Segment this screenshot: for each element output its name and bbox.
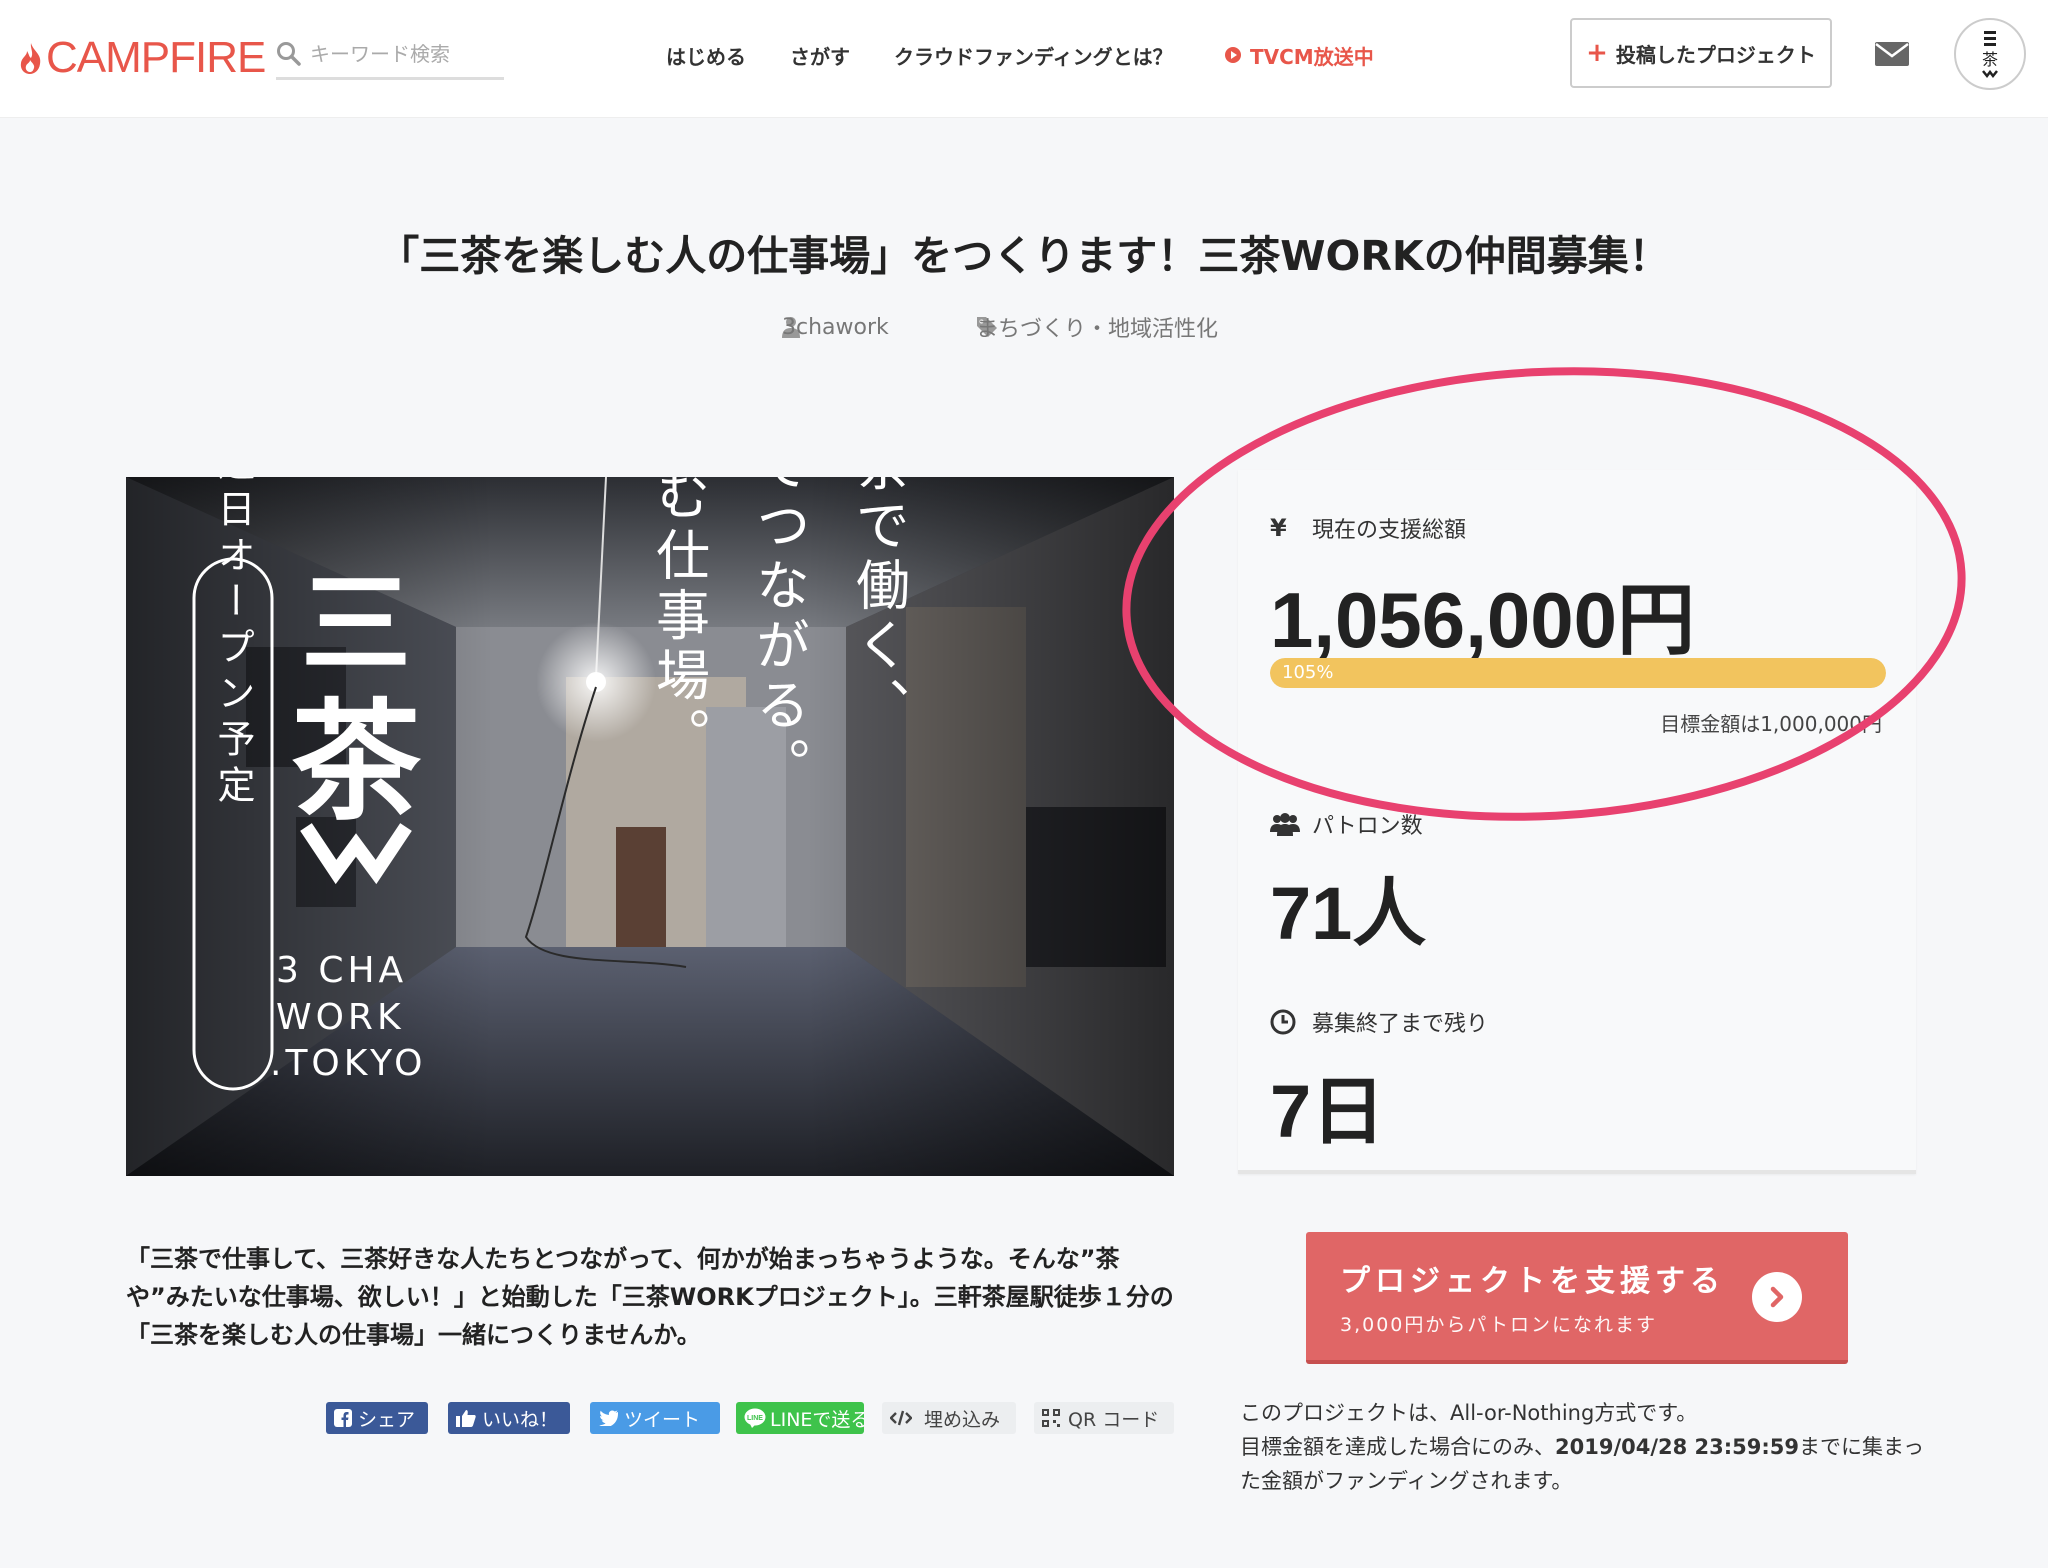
total-label-row: ¥ 現在の支援総額	[1270, 512, 1466, 544]
hero-logo-line-3: .TOKYO	[270, 1043, 426, 1084]
clock-icon	[1270, 1009, 1300, 1035]
patrons-count: 71人	[1270, 872, 1427, 955]
nav-explore[interactable]: さがす	[790, 41, 850, 70]
tweet-label: ツイート	[624, 1408, 701, 1431]
hero-logo-line-1: 3 CHA	[276, 950, 407, 991]
hero-copy-line-1: 三茶で働く、	[847, 477, 910, 737]
category[interactable]: まちづくり・地域活性化	[976, 316, 1218, 342]
project-hero-image[interactable]: 近日オープン予定 三 茶 3 CHA WORK .TOKYO 三茶で働く、 三茶…	[126, 477, 1174, 1176]
remaining-days: 7日	[1270, 1070, 1386, 1153]
hero-illustration: 近日オープン予定 三 茶 3 CHA WORK .TOKYO 三茶で働く、 三茶…	[126, 477, 1174, 1176]
line-icon: LINE	[744, 1408, 766, 1428]
hero-logo-main: 茶	[291, 686, 422, 838]
thumbs-up-icon	[456, 1410, 476, 1427]
goal-amount: 目標金額は1,000,000円	[1660, 712, 1882, 736]
patrons-label-row: パトロン数	[1270, 808, 1423, 840]
funding-progress-bar: 105%	[1270, 658, 1886, 688]
owner-name: 3chawork	[782, 314, 889, 340]
tweet-button[interactable]: ツイート	[590, 1402, 720, 1434]
user-avatar[interactable]: 茶	[1954, 18, 2026, 90]
users-icon	[1270, 812, 1300, 836]
posted-projects-button[interactable]: + 投稿したプロジェクト	[1570, 18, 1832, 88]
hero-logo-line-2: WORK	[276, 997, 405, 1038]
hero-badge-text: 近日オープン予定	[211, 477, 255, 811]
remaining-label: 募集終了まで残り	[1312, 1012, 1489, 1037]
total-amount: 1,056,000円	[1270, 576, 1696, 664]
twitter-icon	[599, 1410, 618, 1426]
total-label: 現在の支援総額	[1312, 518, 1467, 543]
qr-code-label: QR コード	[1068, 1408, 1160, 1431]
progress-percent: 105%	[1282, 662, 1334, 683]
embed-button[interactable]: 埋め込み	[882, 1402, 1016, 1434]
patrons-label: パトロン数	[1312, 814, 1423, 839]
chevron-right-icon	[1752, 1272, 1802, 1322]
nav-start[interactable]: はじめる	[666, 41, 746, 70]
note-line-2-pre: 目標金額を達成した場合にのみ、	[1240, 1435, 1555, 1459]
site-header: CAMPFIRE はじめる さがす クラウドファンディングとは？ TVCM放送中…	[0, 0, 2048, 118]
hero-copy-line-2: 三茶でつながる。	[747, 477, 810, 797]
progress-fill	[1270, 658, 1886, 688]
qr-code-icon	[1042, 1409, 1060, 1427]
code-icon	[890, 1410, 912, 1426]
all-or-nothing-note: このプロジェクトは、All-or-Nothing方式です。 目標金額を達成した場…	[1240, 1396, 1930, 1498]
note-line-2: 目標金額を達成した場合にのみ、2019/04/28 23:59:59までに集まっ…	[1240, 1430, 1930, 1498]
deadline: 2019/04/28 23:59:59	[1555, 1435, 1800, 1459]
line-share-button[interactable]: LINE LINEで送る	[736, 1402, 864, 1434]
support-project-button[interactable]: プロジェクトを支援する 3,000円からパトロンになれます	[1306, 1232, 1848, 1364]
nav-tvcm[interactable]: TVCM放送中	[1224, 41, 1374, 70]
posted-projects-label: 投稿したプロジェクト	[1615, 42, 1816, 67]
facebook-share-label: シェア	[358, 1408, 416, 1431]
remaining-label-row: 募集終了まで残り	[1270, 1006, 1488, 1038]
project-meta: 3chawork まちづくり・地域活性化	[0, 315, 2048, 350]
avatar-logo-icon: 茶	[1982, 31, 1998, 79]
svg-text:LINE: LINE	[747, 1415, 763, 1422]
nav-about-crowdfunding[interactable]: クラウドファンディングとは？	[894, 41, 1173, 70]
project-description: 「三茶で仕事して、三茶好きな人たちとつながって、何かが始まっちゃうような。そんな…	[126, 1245, 1174, 1349]
hero-logo-top: 三	[301, 560, 411, 688]
support-button-subtitle: 3,000円からパトロンになれます	[1340, 1314, 1657, 1336]
campfire-logo[interactable]: CAMPFIRE	[18, 30, 266, 86]
logo-text: CAMPFIRE	[46, 33, 266, 82]
search-input[interactable]	[310, 41, 490, 66]
project-title: 「三茶を楽しむ人の仕事場」をつくります！三茶WORKの仲間募集！	[378, 232, 1670, 280]
facebook-like-button[interactable]: いいね！	[448, 1402, 570, 1434]
search-box	[276, 30, 504, 80]
plus-icon: +	[1586, 38, 1608, 68]
hero-copy-line-3: 楽しむ仕事場。	[647, 477, 710, 767]
facebook-share-button[interactable]: シェア	[326, 1402, 428, 1434]
nav-tvcm-label: TVCM放送中	[1250, 44, 1374, 69]
embed-label: 埋め込み	[924, 1408, 1001, 1431]
note-line-1: このプロジェクトは、All-or-Nothing方式です。	[1240, 1401, 1698, 1425]
category-name: まちづくり・地域活性化	[976, 317, 1219, 342]
line-share-label: LINEで送る	[770, 1408, 864, 1431]
yen-icon: ¥	[1270, 514, 1287, 542]
mail-icon[interactable]	[1874, 40, 1910, 68]
svg-text:茶: 茶	[1982, 50, 1998, 69]
flame-icon	[20, 43, 41, 74]
funding-stats-panel: ¥ 現在の支援総額 1,056,000円 105% 目標金額は1,000,000…	[1238, 470, 1916, 1174]
qr-code-button[interactable]: QR コード	[1034, 1402, 1174, 1434]
owner[interactable]: 3chawork	[782, 315, 889, 340]
facebook-like-label: いいね！	[482, 1408, 559, 1431]
support-button-title: プロジェクトを支援する	[1340, 1264, 1725, 1299]
facebook-icon	[334, 1409, 352, 1427]
play-icon	[1225, 47, 1241, 63]
search-icon[interactable]	[276, 41, 302, 67]
